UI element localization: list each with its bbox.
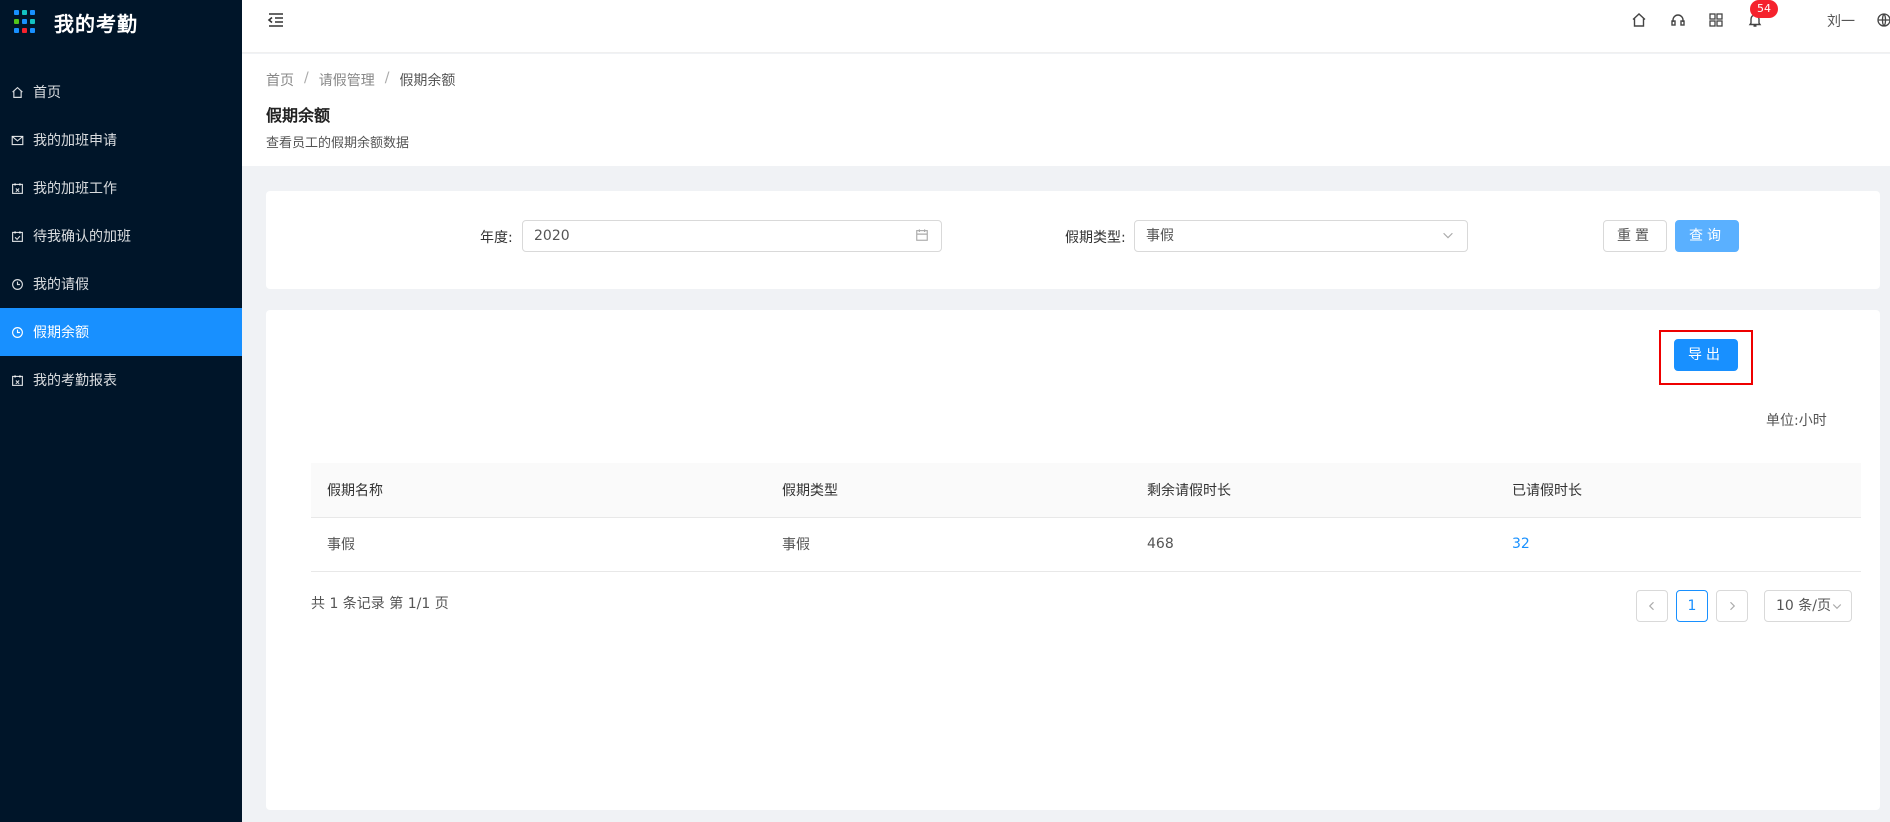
headset-icon[interactable]	[1670, 12, 1688, 30]
year-value: 2020	[534, 228, 570, 244]
prev-page-button[interactable]	[1636, 590, 1668, 622]
logo[interactable]: 我的考勤	[0, 0, 242, 44]
globe-icon[interactable]	[1876, 12, 1890, 30]
top-header: 54 刘一	[242, 0, 1890, 53]
breadcrumb-current: 假期余额	[399, 73, 456, 89]
leave-type-value: 事假	[1146, 228, 1174, 244]
year-picker[interactable]: 2020	[522, 220, 942, 252]
mail-icon	[10, 133, 24, 147]
breadcrumb: 首页 / 请假管理 / 假期余额	[266, 70, 455, 90]
user-name[interactable]: 刘一	[1827, 11, 1855, 31]
apps-icon[interactable]	[1708, 12, 1726, 30]
chevron-down-icon	[1441, 228, 1457, 244]
reset-button[interactable]: 重置	[1603, 220, 1667, 252]
sidebar-item-overtime-apply[interactable]: 我的加班申请	[0, 116, 242, 164]
table-header-row: 假期名称 假期类型 剩余请假时长 已请假时长	[311, 463, 1861, 518]
sidebar-item-label: 假期余额	[33, 325, 89, 341]
column-header: 假期类型	[766, 463, 1131, 518]
breadcrumb-leave-management[interactable]: 请假管理	[319, 70, 375, 90]
sidebar-item-label: 我的加班工作	[33, 181, 117, 197]
table-cell: 468	[1131, 517, 1496, 572]
table-cell: 事假	[766, 517, 1131, 572]
breadcrumb-home[interactable]: 首页	[266, 70, 294, 90]
leave-balance-table: 假期名称 假期类型 剩余请假时长 已请假时长 事假 事假 468 32	[311, 463, 1861, 572]
page-size-select[interactable]: 10 条/页	[1764, 590, 1852, 622]
calendar-icon	[915, 228, 931, 244]
sidebar-item-label: 我的考勤报表	[33, 373, 117, 389]
table-cell-link[interactable]: 32	[1496, 517, 1861, 572]
sidebar-item-home[interactable]: 首页	[0, 68, 242, 116]
clock-icon	[10, 325, 24, 339]
sidebar: 我的考勤 首页 我的加班申请 我的加班工作 待我确认的加班 我的请假 假期余额 …	[0, 0, 242, 822]
page-title: 假期余额	[266, 106, 331, 125]
home-icon[interactable]	[1631, 12, 1649, 30]
sidebar-item-label: 待我确认的加班	[33, 229, 131, 245]
column-header: 剩余请假时长	[1131, 463, 1496, 518]
app-title: 我的考勤	[54, 11, 138, 36]
sidebar-item-leave-balance[interactable]: 假期余额	[0, 308, 242, 356]
query-button[interactable]: 查询	[1675, 220, 1739, 252]
sidebar-item-overtime-work[interactable]: 我的加班工作	[0, 164, 242, 212]
pagination-total: 共 1 条记录 第 1/1 页	[311, 596, 449, 612]
page-header: 首页 / 请假管理 / 假期余额 假期余额 查看员工的假期余额数据	[242, 54, 1890, 166]
sidebar-item-label: 我的加班申请	[33, 133, 117, 149]
sidebar-item-label: 首页	[33, 85, 61, 101]
calendar-x-icon	[10, 373, 24, 387]
notification-badge: 54	[1750, 0, 1778, 18]
page-size-value: 10 条/页	[1776, 598, 1831, 614]
column-header: 已请假时长	[1496, 463, 1861, 518]
next-page-button[interactable]	[1716, 590, 1748, 622]
filter-card: 年度: 2020 假期类型: 事假 重置 查询	[266, 191, 1880, 289]
sidebar-menu: 首页 我的加班申请 我的加班工作 待我确认的加班 我的请假 假期余额 我的考勤报…	[0, 68, 242, 404]
menu-fold-icon[interactable]	[266, 10, 288, 32]
table-row: 事假 事假 468 32	[311, 517, 1861, 572]
table-cell: 事假	[311, 517, 766, 572]
breadcrumb-separator: /	[384, 70, 390, 86]
year-label: 年度:	[480, 230, 513, 246]
page-description: 查看员工的假期余额数据	[266, 136, 410, 151]
export-button[interactable]: 导出	[1674, 339, 1738, 371]
sidebar-item-my-leave[interactable]: 我的请假	[0, 260, 242, 308]
clock-icon	[10, 277, 24, 291]
sidebar-item-label: 我的请假	[33, 277, 89, 293]
column-header: 假期名称	[311, 463, 766, 518]
table-card: 导出 单位:小时 假期名称 假期类型 剩余请假时长 已请假时长 事假 事假 46…	[266, 310, 1880, 810]
chevron-down-icon	[1831, 600, 1843, 612]
apps-grid-icon	[14, 10, 38, 34]
breadcrumb-separator: /	[304, 70, 309, 86]
sidebar-item-attendance-report[interactable]: 我的考勤报表	[0, 356, 242, 404]
check-square-icon	[10, 229, 24, 243]
calendar-x-icon	[10, 181, 24, 195]
sidebar-item-overtime-confirm[interactable]: 待我确认的加班	[0, 212, 242, 260]
unit-text: 单位:小时	[1766, 413, 1827, 429]
home-icon	[10, 85, 24, 99]
leave-type-select[interactable]: 事假	[1134, 220, 1468, 252]
leave-type-label: 假期类型:	[1065, 230, 1126, 246]
page-number-button[interactable]: 1	[1676, 590, 1708, 622]
